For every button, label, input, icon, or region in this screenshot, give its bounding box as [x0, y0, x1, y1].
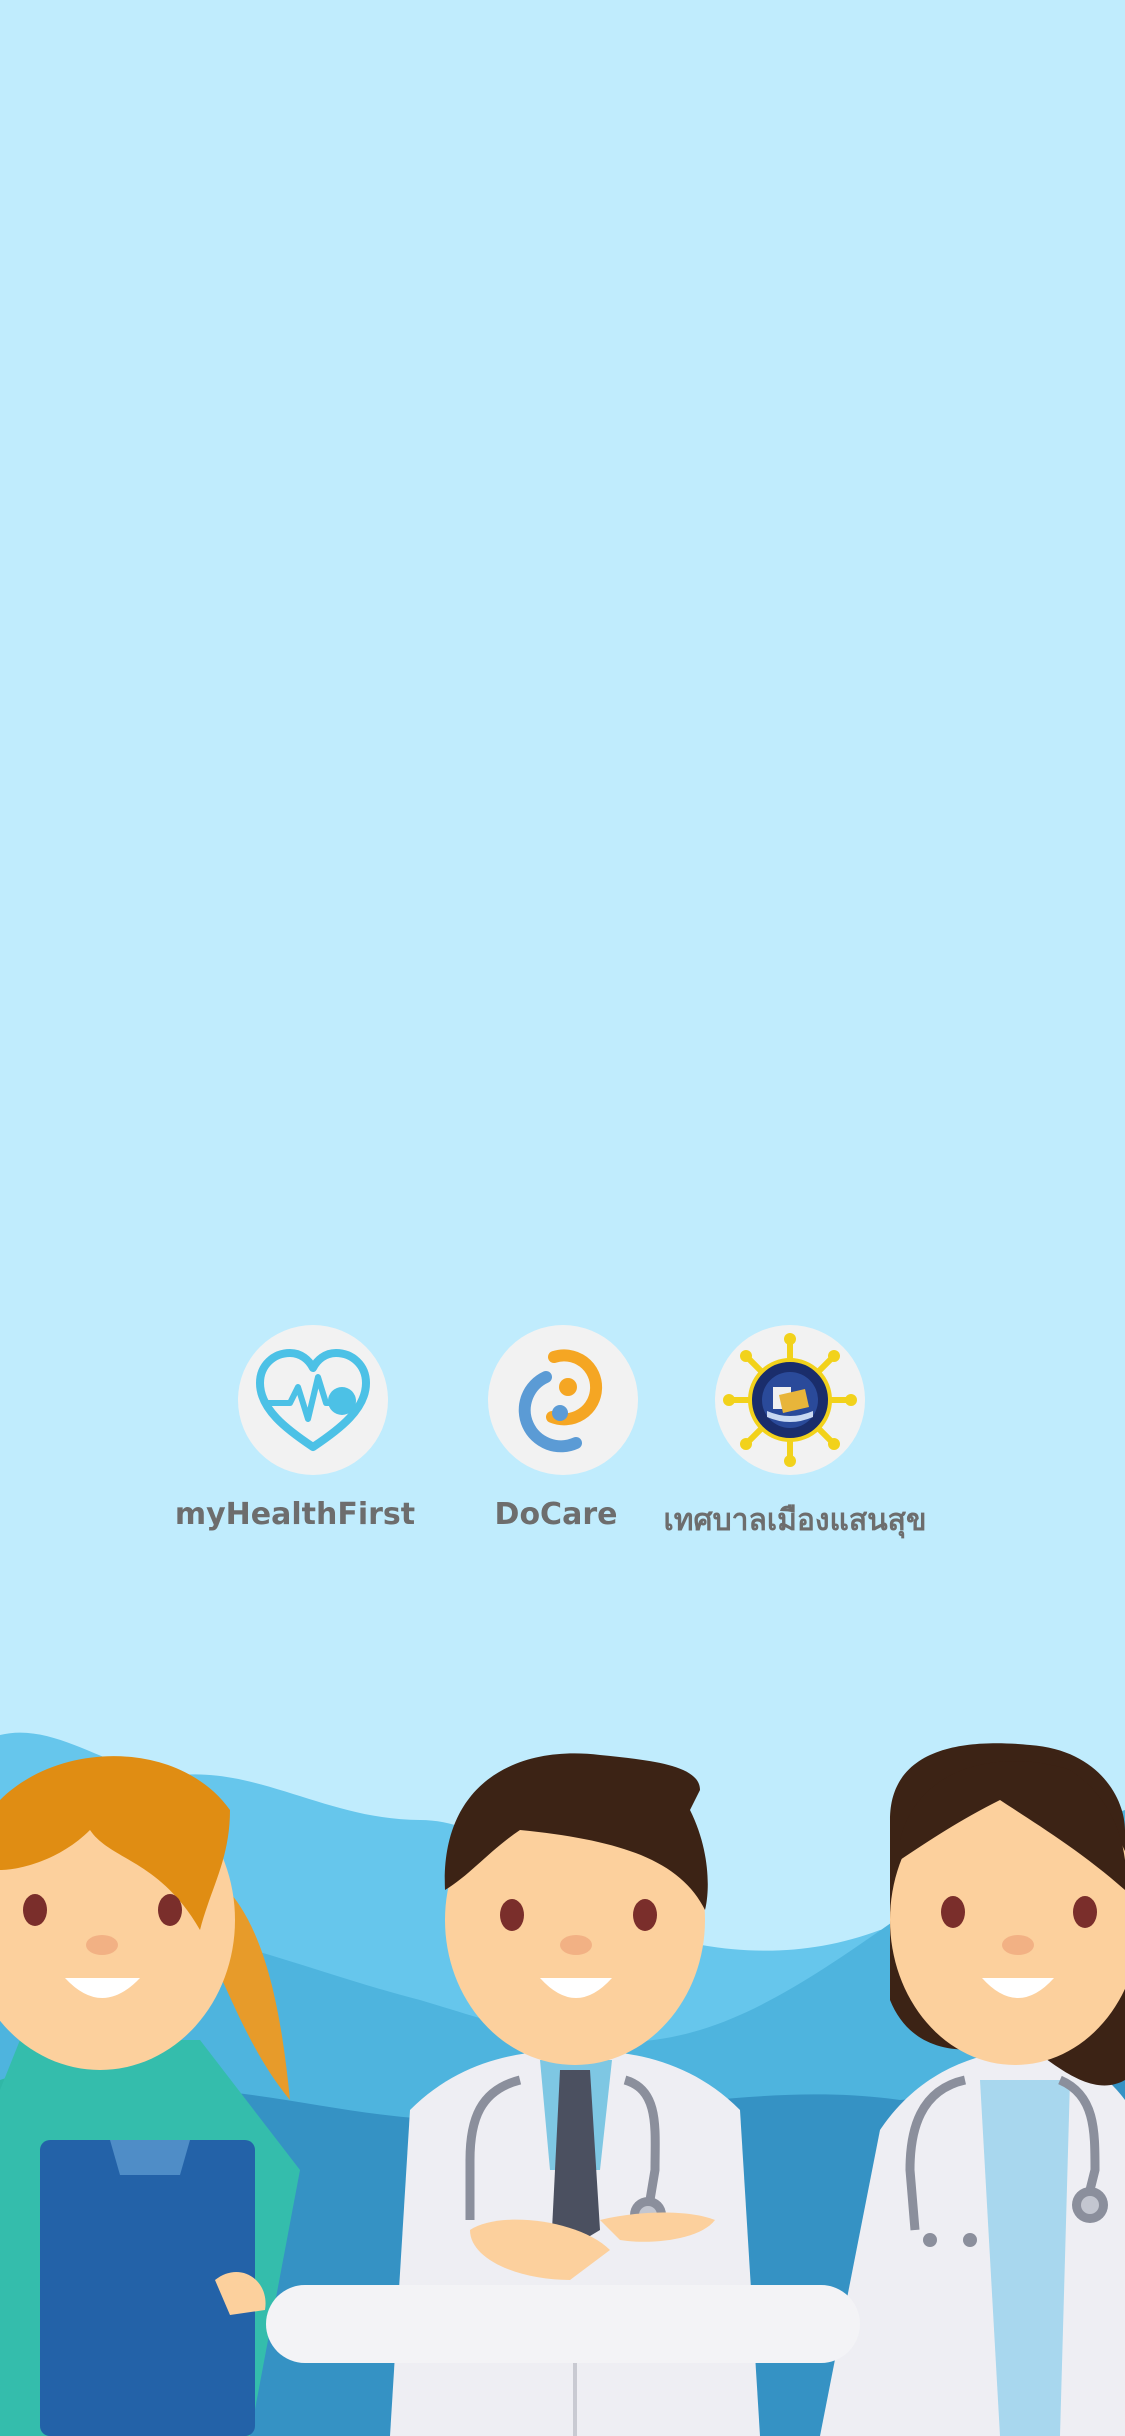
partner-apps: myHealthFirst DoCare เทศบาลเมืองแสนสุข [0, 1325, 1125, 1545]
municipality-seal-icon [723, 1333, 857, 1467]
app-label-municipality: เทศบาลเมืองแสนสุข [663, 1503, 927, 1538]
docare-icon [518, 1349, 603, 1453]
docare-logo[interactable] [488, 1325, 638, 1475]
municipality-logo[interactable] [715, 1325, 865, 1475]
bottom-pill-bar [266, 2285, 860, 2363]
myhealthfirst-logo[interactable] [238, 1325, 388, 1475]
app-label-docare: DoCare [494, 1497, 618, 1532]
heart-pulse-icon [256, 1349, 370, 1451]
splash-screen: myHealthFirst DoCare เทศบาลเมืองแสนสุข [0, 0, 1125, 2436]
app-label-myhealthfirst: myHealthFirst [174, 1497, 416, 1532]
